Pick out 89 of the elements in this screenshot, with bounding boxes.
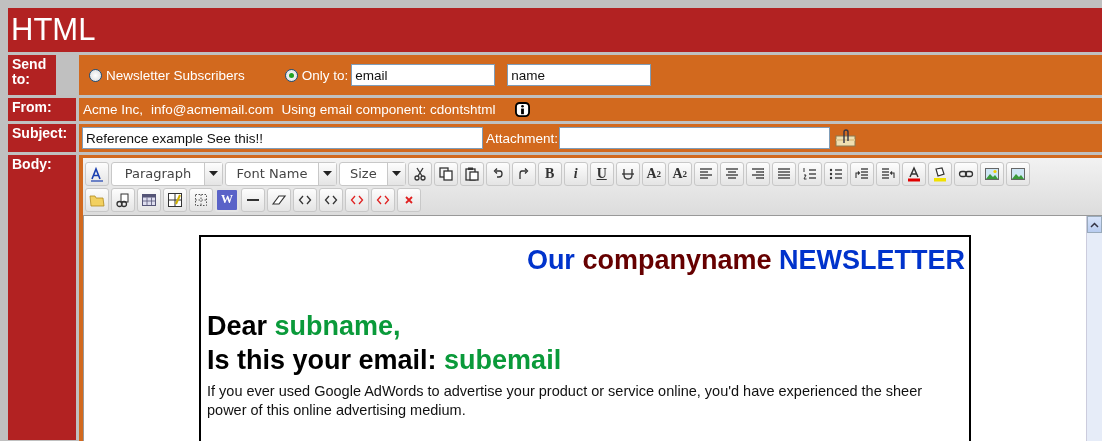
editor-area[interactable] <box>83 215 1102 441</box>
radio-option[interactable]: Newsletter Subscribers <box>89 67 245 83</box>
format-button[interactable]: i <box>563 161 588 186</box>
copy-icon <box>437 165 454 182</box>
cell-edit-icon <box>167 191 183 208</box>
code-button[interactable] <box>319 187 343 212</box>
attachment-icon[interactable] <box>835 129 858 147</box>
row-label: Subject: <box>8 124 76 152</box>
window-title: HTML <box>8 8 1102 52</box>
image-icon <box>983 165 1000 182</box>
horizontal-line-icon <box>247 198 259 201</box>
align-left-icon <box>697 165 714 182</box>
bullet-list-button[interactable] <box>823 161 848 186</box>
text-color-button[interactable] <box>901 161 926 186</box>
horizontal-line-button[interactable] <box>241 187 265 212</box>
row-label: Send to: <box>8 55 56 95</box>
image-button[interactable] <box>1005 161 1030 186</box>
body-paragraph: If you ever used Google AdWords to advertise your product or service online, you'd have experienced the sheer power of this online advertising medium. <box>207 382 924 420</box>
image-icon <box>1009 165 1026 182</box>
format-button[interactable]: U <box>589 161 614 186</box>
dropdown[interactable]: Paragraph <box>111 161 223 186</box>
scissors-icon <box>411 165 428 182</box>
format-button[interactable]: W <box>215 187 239 212</box>
justify-button[interactable] <box>771 161 796 186</box>
align-center-button[interactable] <box>719 161 744 186</box>
link-button[interactable] <box>953 161 978 186</box>
radio-option[interactable]: Only to: <box>284 67 349 83</box>
text-color-icon <box>905 165 922 182</box>
table-icon <box>141 191 157 208</box>
newsletter-title: Our <box>526 245 575 275</box>
row-label: From: <box>8 98 76 121</box>
cell-edit-button[interactable] <box>163 187 187 212</box>
radio-button[interactable] <box>284 68 298 82</box>
justify-icon <box>775 165 792 182</box>
dropdown[interactable]: Font Name <box>225 161 337 186</box>
highlight-icon <box>931 165 948 182</box>
greeting-text: subname, <box>274 311 401 341</box>
attachment-field[interactable] <box>559 127 831 149</box>
code-button[interactable] <box>345 187 369 212</box>
email-line-text: subemail <box>444 345 562 375</box>
code-button[interactable] <box>293 187 317 212</box>
paste-button[interactable] <box>459 161 484 186</box>
dropdown[interactable]: Size <box>339 161 406 186</box>
highlight-button[interactable] <box>927 161 952 186</box>
image-button[interactable] <box>979 161 1004 186</box>
dotted-box-button[interactable] <box>189 187 213 212</box>
dotted-box-icon <box>193 191 209 208</box>
greeting-text: Dear <box>207 311 268 341</box>
subject-field[interactable]: Reference example See this!! <box>82 127 483 149</box>
newsletter-title: NEWSLETTER <box>779 245 965 275</box>
copy-button[interactable] <box>433 161 458 186</box>
numbered-list-button[interactable] <box>797 161 822 186</box>
attachment-label: Attachment: <box>486 130 559 146</box>
indent-button[interactable] <box>849 161 874 186</box>
scissors-button[interactable] <box>407 161 432 186</box>
align-left-button[interactable] <box>693 161 718 186</box>
from-text: Using email component: cdontshtml <box>281 102 496 117</box>
eraser-button[interactable] <box>267 187 291 212</box>
align-right-button[interactable] <box>745 161 770 186</box>
table-button[interactable] <box>137 187 161 212</box>
align-right-icon <box>749 165 766 182</box>
style-icon <box>89 165 105 182</box>
email-line-text: Is this your email: <box>207 345 437 375</box>
outdent-button[interactable] <box>875 161 900 186</box>
scrollbar[interactable] <box>1086 216 1102 441</box>
email-field[interactable]: email <box>351 64 496 86</box>
indent-icon <box>853 165 870 182</box>
newsletter-title: companyname <box>582 245 772 275</box>
undo-button[interactable] <box>485 161 510 186</box>
from-text: info@acmemail.com <box>151 102 274 117</box>
scroll-up-icon <box>1090 221 1099 228</box>
info-icon[interactable] <box>515 102 531 117</box>
close-button[interactable] <box>397 187 421 212</box>
caret-icon <box>391 171 401 176</box>
numbered-list-icon <box>801 165 818 182</box>
name-field[interactable]: name <box>507 64 652 86</box>
redo-button[interactable] <box>511 161 536 186</box>
radio-button[interactable] <box>89 68 102 82</box>
code-button[interactable] <box>371 187 395 212</box>
caret-icon <box>209 171 218 176</box>
align-center-icon <box>723 165 740 182</box>
strikethrough-button[interactable] <box>615 161 640 186</box>
row-label: Body: <box>8 155 76 440</box>
outdent-icon <box>879 165 896 182</box>
caret-icon <box>323 171 332 176</box>
paste-icon <box>463 165 480 182</box>
format-button[interactable]: B <box>537 161 562 186</box>
from-text: Acme Inc, <box>83 102 144 117</box>
style-button[interactable] <box>85 161 109 186</box>
